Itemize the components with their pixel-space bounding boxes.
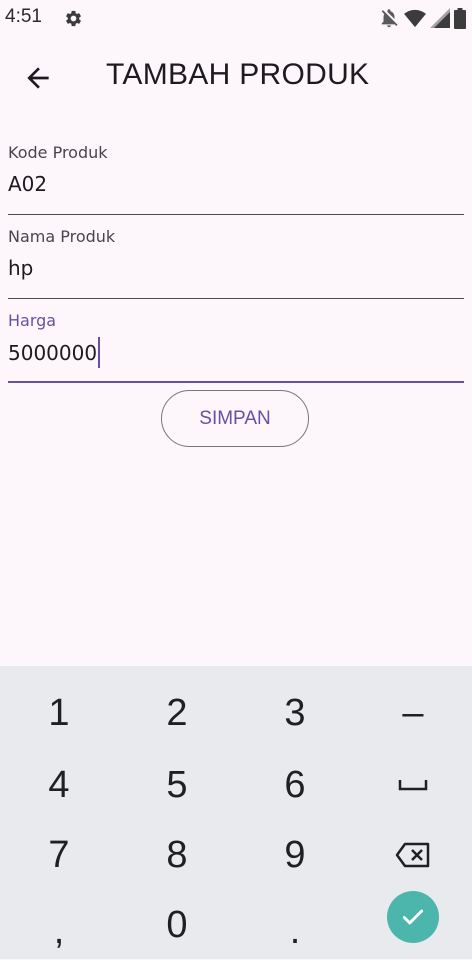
nama-produk-underline	[8, 298, 464, 299]
backspace-icon	[395, 842, 430, 868]
enter-button[interactable]	[387, 891, 439, 943]
kode-produk-label: Kode Produk	[8, 143, 108, 162]
kode-produk-field[interactable]: Kode Produk A02	[8, 143, 464, 216]
status-bar: 4:51	[0, 0, 472, 36]
key-period[interactable]: .	[236, 890, 354, 960]
key-9[interactable]: 9	[236, 820, 354, 890]
harga-field[interactable]: Harga 5000000	[8, 311, 464, 384]
kode-produk-value[interactable]: A02	[8, 172, 47, 196]
signal-icon	[430, 8, 450, 28]
text-cursor	[98, 337, 101, 368]
kode-produk-underline	[8, 214, 464, 215]
key-3[interactable]: 3	[236, 678, 354, 748]
battery-icon	[454, 7, 466, 29]
nama-produk-value[interactable]: hp	[8, 256, 33, 280]
notifications-off-icon	[381, 9, 398, 28]
key-backspace[interactable]	[354, 820, 472, 890]
nama-produk-label: Nama Produk	[8, 227, 116, 246]
gear-icon	[66, 10, 81, 27]
status-icons	[378, 7, 466, 29]
harga-value: 5000000	[8, 341, 98, 365]
key-5[interactable]: 5	[118, 750, 236, 820]
harga-underline	[8, 381, 464, 383]
key-0[interactable]: 0	[118, 890, 236, 960]
wifi-icon	[404, 9, 426, 28]
check-icon	[402, 909, 424, 925]
key-8[interactable]: 8	[118, 820, 236, 890]
key-4[interactable]: 4	[0, 750, 118, 820]
arrow-left-icon[interactable]	[22, 62, 54, 94]
page-title: TAMBAH PRODUK	[106, 58, 370, 91]
key-minus[interactable]: –	[354, 678, 472, 748]
key-space[interactable]	[354, 750, 472, 820]
numeric-keyboard: 1 2 3 – 4 5 6 7 8 9 , 0 .	[0, 666, 472, 959]
key-6[interactable]: 6	[236, 750, 354, 820]
key-2[interactable]: 2	[118, 678, 236, 748]
key-enter[interactable]	[354, 882, 472, 952]
space-icon	[398, 780, 428, 791]
nama-produk-field[interactable]: Nama Produk hp	[8, 227, 464, 300]
harga-label: Harga	[8, 311, 57, 330]
app-bar: TAMBAH PRODUK	[0, 36, 472, 120]
key-comma[interactable]: ,	[0, 890, 118, 960]
status-time: 4:51	[5, 6, 42, 27]
key-1[interactable]: 1	[0, 678, 118, 748]
harga-input[interactable]: 5000000	[8, 337, 101, 370]
key-7[interactable]: 7	[0, 820, 118, 890]
simpan-button[interactable]: SIMPAN	[161, 390, 309, 447]
